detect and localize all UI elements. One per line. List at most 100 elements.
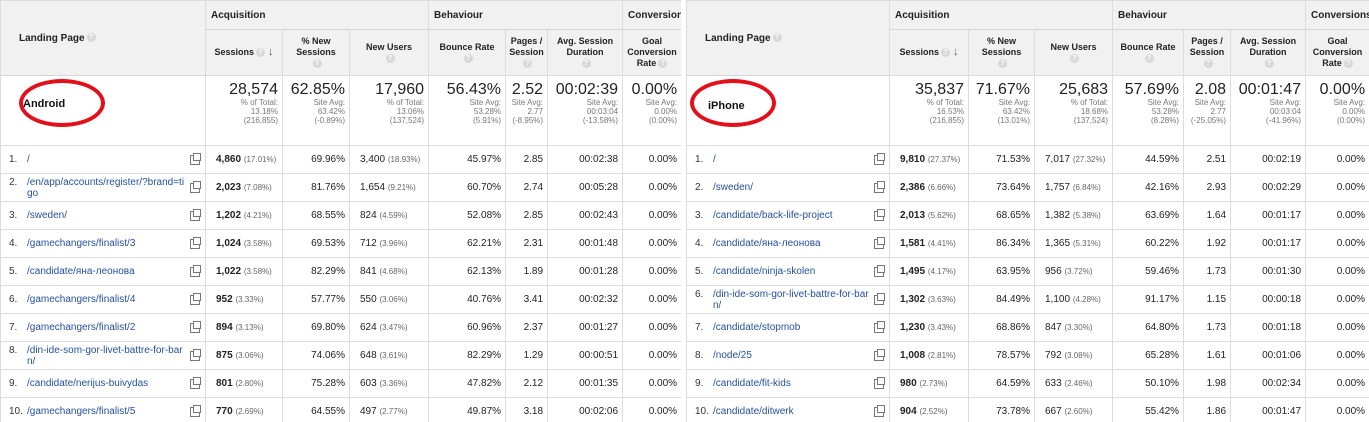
open-external-icon[interactable]: [190, 180, 201, 193]
sessions-cell: 875 (3.06%): [205, 341, 283, 370]
open-external-icon[interactable]: [874, 320, 885, 333]
landing-page-link[interactable]: /din-ide-som-gor-livet-battre-for-barn/: [27, 345, 187, 367]
pages-session-header[interactable]: Pages / Session?: [505, 29, 549, 76]
bounce-rate-cell: 55.42%: [1112, 397, 1185, 422]
sessions-header[interactable]: Sessions? ↓: [205, 29, 283, 76]
landing-page-link[interactable]: /node/25: [713, 350, 871, 361]
landing-page-link[interactable]: /candidate/яна-леонова: [27, 266, 187, 277]
help-icon[interactable]: ?: [998, 59, 1007, 69]
landing-page-header[interactable]: Landing Page?: [686, 0, 890, 76]
open-external-icon[interactable]: [190, 404, 201, 417]
landing-page-link[interactable]: /candidate/ninja-skolen: [713, 266, 871, 277]
total-value: 00:02:39: [555, 81, 619, 98]
landing-page-link[interactable]: /gamechangers/finalist/3: [27, 238, 187, 249]
open-external-icon[interactable]: [874, 208, 885, 221]
help-icon[interactable]: ?: [1144, 53, 1154, 63]
landing-page-cell: 2. /sweden/: [686, 173, 890, 202]
open-external-icon[interactable]: [874, 404, 885, 417]
help-icon[interactable]: ?: [523, 59, 533, 69]
help-icon[interactable]: ?: [385, 53, 395, 63]
new-users-header[interactable]: New Users?: [348, 29, 430, 76]
pct-new-sessions-cell: 86.34%: [968, 229, 1035, 258]
help-icon[interactable]: ?: [1343, 59, 1353, 69]
landing-page-link[interactable]: /gamechangers/finalist/2: [27, 322, 187, 333]
help-icon[interactable]: ?: [1070, 53, 1080, 63]
pages-session-cell: 1.92: [1183, 229, 1232, 258]
goal-conversion-rate-header[interactable]: Goal Conversion Rate?: [622, 29, 681, 76]
landing-page-link[interactable]: /candidate/яна-леонова: [713, 238, 871, 249]
goal-rate-cell: 0.00%: [622, 201, 681, 230]
open-external-icon[interactable]: [874, 152, 885, 165]
help-icon[interactable]: ?: [1264, 59, 1274, 69]
landing-page-link[interactable]: /en/app/accounts/register/?brand=tigo: [27, 177, 187, 199]
goal-conversion-rate-header[interactable]: Goal Conversion Rate?: [1305, 29, 1369, 76]
help-icon[interactable]: ?: [463, 53, 473, 63]
open-external-icon[interactable]: [874, 264, 885, 277]
avg-duration-value: 00:02:32: [579, 294, 619, 305]
landing-page-link[interactable]: /din-ide-som-gor-livet-battre-for-barn/: [713, 289, 871, 311]
help-icon[interactable]: ?: [772, 33, 782, 43]
landing-page-link[interactable]: /candidate/stopmob: [713, 322, 871, 333]
row-number: 8.: [695, 350, 704, 361]
landing-page-link[interactable]: /candidate/fit-kids: [713, 378, 871, 389]
pages-session-cell: 2.85: [505, 145, 549, 174]
total-subtext: 16.53%: [936, 107, 964, 116]
landing-page-link[interactable]: /candidate/back-life-project: [713, 210, 871, 221]
landing-page-link[interactable]: /: [713, 154, 871, 165]
landing-page-link[interactable]: /gamechangers/finalist/5: [27, 406, 187, 417]
landing-page-link[interactable]: /candidate/ditwerk: [713, 406, 871, 417]
open-external-icon[interactable]: [190, 376, 201, 389]
sessions-percent: (4.41%): [927, 239, 956, 248]
pct-new-sessions-header[interactable]: % New Sessions?: [282, 29, 350, 76]
open-external-icon[interactable]: [190, 236, 201, 249]
new-users-cell: 1,382 (5.38%): [1033, 201, 1114, 230]
goal-rate-cell: 0.00%: [622, 229, 681, 258]
open-external-icon[interactable]: [190, 152, 201, 165]
segment-label: iPhone: [708, 100, 745, 112]
new-users-value: 497: [360, 406, 377, 417]
pages-session-value: 1.73: [1206, 322, 1227, 333]
total-value: 56.43%: [446, 81, 502, 98]
sort-arrow-down-icon[interactable]: ↓: [268, 46, 274, 58]
avg-session-duration-header[interactable]: Avg. Session Duration?: [547, 29, 624, 76]
help-icon[interactable]: ?: [581, 59, 591, 69]
avg-session-duration-header[interactable]: Avg. Session Duration?: [1230, 29, 1307, 76]
open-external-icon[interactable]: [874, 348, 885, 361]
pct-new-sessions-header[interactable]: % New Sessions?: [968, 29, 1035, 76]
new-users-percent: (2.46%): [1064, 379, 1093, 388]
landing-page-link[interactable]: /sweden/: [713, 182, 871, 193]
landing-page-link[interactable]: /sweden/: [27, 210, 187, 221]
bounce-rate-value: 50.10%: [1145, 378, 1180, 389]
landing-page-link[interactable]: /candidate/nerijus-buivydas: [27, 378, 187, 389]
open-external-icon[interactable]: [190, 348, 201, 361]
open-external-icon[interactable]: [190, 320, 201, 333]
open-external-icon[interactable]: [190, 264, 201, 277]
avg-duration-cell: 00:01:47: [1230, 397, 1307, 422]
total-value: 35,837: [915, 81, 964, 98]
new-users-header[interactable]: New Users?: [1033, 29, 1114, 76]
pages-session-header[interactable]: Pages / Session?: [1183, 29, 1232, 76]
bounce-rate-header[interactable]: Bounce Rate?: [1112, 29, 1185, 76]
open-external-icon[interactable]: [874, 292, 885, 305]
help-icon[interactable]: ?: [941, 48, 951, 58]
help-icon[interactable]: ?: [256, 48, 266, 58]
open-external-icon[interactable]: [874, 180, 885, 193]
help-icon[interactable]: ?: [86, 33, 96, 43]
sessions-header[interactable]: Sessions? ↓: [889, 29, 969, 76]
landing-page-header[interactable]: Landing Page?: [0, 0, 206, 76]
open-external-icon[interactable]: [190, 292, 201, 305]
landing-page-link[interactable]: /: [27, 154, 187, 165]
help-icon[interactable]: ?: [658, 59, 668, 69]
open-external-icon[interactable]: [874, 376, 885, 389]
pct-new-value: 84.49%: [996, 294, 1030, 305]
pct-new-sessions-cell: 71.53%: [968, 145, 1035, 174]
open-external-icon[interactable]: [190, 208, 201, 221]
pct-new-sessions-cell: 82.29%: [282, 257, 350, 286]
help-icon[interactable]: ?: [1203, 59, 1213, 69]
sort-arrow-down-icon[interactable]: ↓: [953, 46, 959, 58]
help-icon[interactable]: ?: [312, 59, 322, 69]
pages-session-value: 1.86: [1206, 406, 1227, 417]
bounce-rate-header[interactable]: Bounce Rate?: [428, 29, 507, 76]
open-external-icon[interactable]: [874, 236, 885, 249]
landing-page-link[interactable]: /gamechangers/finalist/4: [27, 294, 187, 305]
